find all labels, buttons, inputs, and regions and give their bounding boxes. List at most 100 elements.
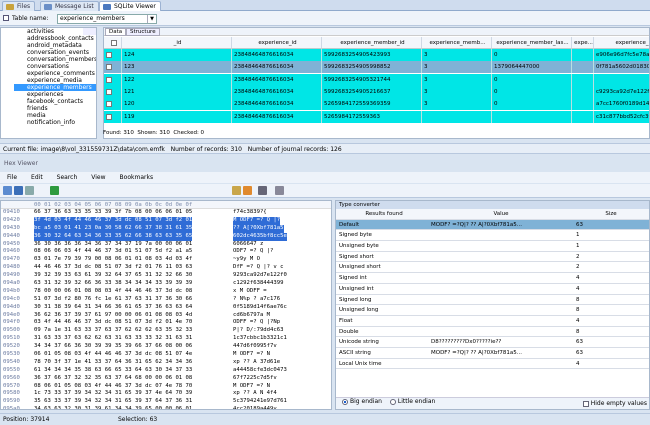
type-converter-row[interactable]: Double 8: [336, 327, 649, 338]
tree-item[interactable]: facebook_contacts: [14, 98, 96, 105]
menu-file[interactable]: File: [0, 172, 24, 183]
type-converter-row[interactable]: Signed byte 1: [336, 230, 649, 242]
menu-edit[interactable]: Edit: [24, 172, 50, 183]
hex-line[interactable]: 094f0 03 4f 44 46 46 37 3d dc 08 51 07 3d…: [1, 319, 331, 327]
type-converter-row[interactable]: Signed long 8: [336, 295, 649, 306]
tree-item[interactable]: notification_info: [14, 119, 96, 126]
type-converter-row[interactable]: Unicode string D8?????????Dx0?????ie?? 63: [336, 337, 649, 348]
table-row[interactable]: 120 23848464876616034 5265984172559369359 3…: [104, 98, 649, 111]
tree-item[interactable]: addressbook_contacts: [14, 35, 96, 42]
hex-line[interactable]: 095a0 34 63 63 32 30 31 39 61 34 34 39 65…: [1, 406, 331, 410]
search-icon[interactable]: [232, 186, 241, 195]
type-converter-row[interactable]: Unsigned short 2: [336, 262, 649, 274]
tree-scrollbar[interactable]: [83, 28, 96, 35]
tab-data[interactable]: Data: [105, 28, 127, 36]
table-row[interactable]: 119 23848464876616034 5265984172559363 c31…: [104, 110, 649, 123]
table-row[interactable]: 122 23848464876616034 5992683254905321744 3…: [104, 73, 649, 86]
table-icon: [3, 15, 9, 21]
hex-line[interactable]: 094e0 36 62 36 37 39 37 61 97 00 00 06 01…: [1, 312, 331, 320]
row-checkbox[interactable]: [110, 40, 117, 46]
menu-bookmarks[interactable]: Bookmarks: [113, 172, 161, 183]
tree-item[interactable]: conversations: [14, 63, 96, 70]
hex-line[interactable]: 09460 08 06 06 03 4f 44 46 37 3d 01 51 07…: [1, 248, 331, 256]
hex-line[interactable]: 09440 36 30 32 64 63 34 36 33 35 62 66 38…: [1, 232, 331, 241]
grid-cell: [572, 73, 594, 86]
menu-search[interactable]: Search: [50, 172, 85, 183]
type-converter-row[interactable]: Signed int 4: [336, 273, 649, 284]
hex-line[interactable]: 09520 34 34 37 66 36 30 39 39 35 39 66 37…: [1, 343, 331, 351]
hex-line[interactable]: 09540 78 70 3f 37 1e 41 33 37 64 36 31 65…: [1, 359, 331, 367]
type-converter-row[interactable]: Float 4: [336, 316, 649, 327]
save-icon[interactable]: [14, 186, 23, 195]
tab-structure[interactable]: Structure: [126, 28, 160, 36]
tab-message-list[interactable]: Message List: [40, 1, 99, 11]
row-checkbox[interactable]: [106, 52, 112, 58]
tree-item[interactable]: experience_comments: [14, 70, 96, 77]
settings-icon[interactable]: [275, 186, 284, 195]
tree-item[interactable]: conversation_members: [14, 56, 96, 63]
hex-line[interactable]: 09510 31 63 33 37 63 62 62 63 31 63 33 33…: [1, 335, 331, 343]
type-converter-row[interactable]: Signed short 2: [336, 252, 649, 263]
tree-item[interactable]: conversation_events: [14, 49, 96, 56]
hex-line[interactable]: 09550 61 34 34 34 35 38 63 66 65 33 64 63…: [1, 367, 331, 375]
hex-line[interactable]: 09570 08 06 01 05 08 03 4f 44 46 37 3d dc…: [1, 383, 331, 391]
little-endian-radio[interactable]: [389, 398, 396, 405]
columns-icon[interactable]: [258, 186, 267, 195]
tree-item[interactable]: android_metadata: [14, 42, 96, 49]
hex-text: cd6b6797a M: [233, 311, 271, 318]
table-row[interactable]: 121 23848464876616034 5992683254905216637 3…: [104, 85, 649, 98]
hex-line[interactable]: 094a0 63 31 32 39 32 66 36 33 38 34 34 34…: [1, 280, 331, 288]
hex-line[interactable]: 09560 36 37 66 37 32 32 35 63 37 64 68 00…: [1, 375, 331, 383]
hex-line[interactable]: 09500 09 7a 1e 31 63 33 37 63 37 62 62 62…: [1, 327, 331, 335]
tree-item[interactable]: experience_members: [14, 84, 96, 91]
type-converter-row[interactable]: Unsigned byte 1: [336, 241, 649, 252]
hex-pane[interactable]: 00 01 02 03 04 05 06 07 08 09 0a 0b 0c 0…: [0, 200, 332, 410]
row-checkbox[interactable]: [106, 113, 112, 120]
tab-sqlite-viewer[interactable]: SQLite Viewer: [99, 1, 161, 11]
new-icon[interactable]: [3, 186, 12, 195]
menu-view[interactable]: View: [84, 172, 112, 183]
print-icon[interactable]: [25, 186, 34, 195]
bookmark-icon[interactable]: [243, 186, 252, 195]
column-header: experience_member_las...: [492, 37, 572, 49]
hex-line[interactable]: 09450 36 30 36 36 36 34 36 37 34 37 19 7a…: [1, 241, 331, 249]
hex-line[interactable]: 09580 1c 73 33 37 39 34 32 34 31 65 39 37…: [1, 390, 331, 398]
type-converter-row[interactable]: Local Unix time 4: [336, 359, 649, 370]
hex-line[interactable]: 094b0 78 00 00 06 01 08 08 03 4f 44 46 46…: [1, 288, 331, 296]
hex-offset: 095a0: [3, 406, 20, 410]
hide-empty-checkbox[interactable]: [582, 400, 589, 407]
hex-line[interactable]: 09410 66 37 36 63 33 35 33 39 3f 7b 08 00…: [1, 209, 331, 217]
row-checkbox[interactable]: [106, 76, 112, 83]
type-converter-row[interactable]: Unsigned long 8: [336, 305, 649, 316]
hex-line[interactable]: 09590 35 63 33 37 39 34 32 34 31 65 39 37…: [1, 398, 331, 406]
tab-files[interactable]: Files: [2, 1, 36, 11]
grid-cell: [594, 73, 649, 86]
type-converter-row[interactable]: Unsigned int 4: [336, 284, 649, 295]
hex-line[interactable]: 09470 03 01 7e 79 39 79 00 08 06 01 01 08…: [1, 256, 331, 264]
hex-line[interactable]: 09480 44 46 46 37 3d dc 08 51 07 3d f2 01…: [1, 264, 331, 272]
row-checkbox[interactable]: [106, 101, 112, 108]
hex-bytes: 66 37 36 63 33 35 33 39 3f 7b 08 00 06 0…: [34, 209, 193, 215]
hex-line[interactable]: 09530 06 01 05 08 03 4f 44 46 46 37 3d dc…: [1, 351, 331, 359]
type-size: 2: [576, 264, 580, 271]
type-converter-row[interactable]: ASCII string MODF? =?Q|? ?? A|?0Xbf781a5.…: [336, 348, 649, 359]
type-size: 8: [576, 328, 580, 335]
hex-offset: 09500: [3, 327, 20, 334]
row-checkbox[interactable]: [106, 88, 112, 95]
hex-line[interactable]: 09430 bc a5 03 01 41 23 0a 30 58 62 66 37…: [1, 224, 331, 233]
table-row[interactable]: 123 23848464876616034 5992683254905998852 3…: [104, 61, 649, 74]
hex-line[interactable]: 09490 39 32 39 33 63 61 39 32 64 37 65 31…: [1, 272, 331, 280]
row-checkbox[interactable]: [106, 64, 112, 71]
type-converter-row[interactable]: Default MODF? =?Q|? ?? A|?0Xbf781a5... 63: [336, 219, 649, 231]
hex-line[interactable]: 094d0 30 31 38 39 64 31 34 66 36 61 65 37…: [1, 304, 331, 312]
table-name-select[interactable]: experience_members ▼: [57, 14, 157, 24]
go-icon[interactable]: [50, 186, 59, 195]
hex-line[interactable]: 094c0 51 07 3d f2 80 76 fc 1e 61 37 63 31…: [1, 296, 331, 304]
tree-item[interactable]: experiences: [14, 91, 96, 98]
big-endian-radio[interactable]: [342, 398, 348, 405]
tree-item[interactable]: friends: [14, 105, 96, 112]
tree-item[interactable]: experience_media: [14, 77, 96, 84]
tree-item[interactable]: media: [14, 112, 96, 119]
hex-line[interactable]: 09420 3f 4d 03 4f 44 46 46 37 3d dc 08 51…: [1, 216, 331, 225]
table-row[interactable]: 124 23848464876616034 5992683254905423993 3…: [104, 49, 649, 61]
